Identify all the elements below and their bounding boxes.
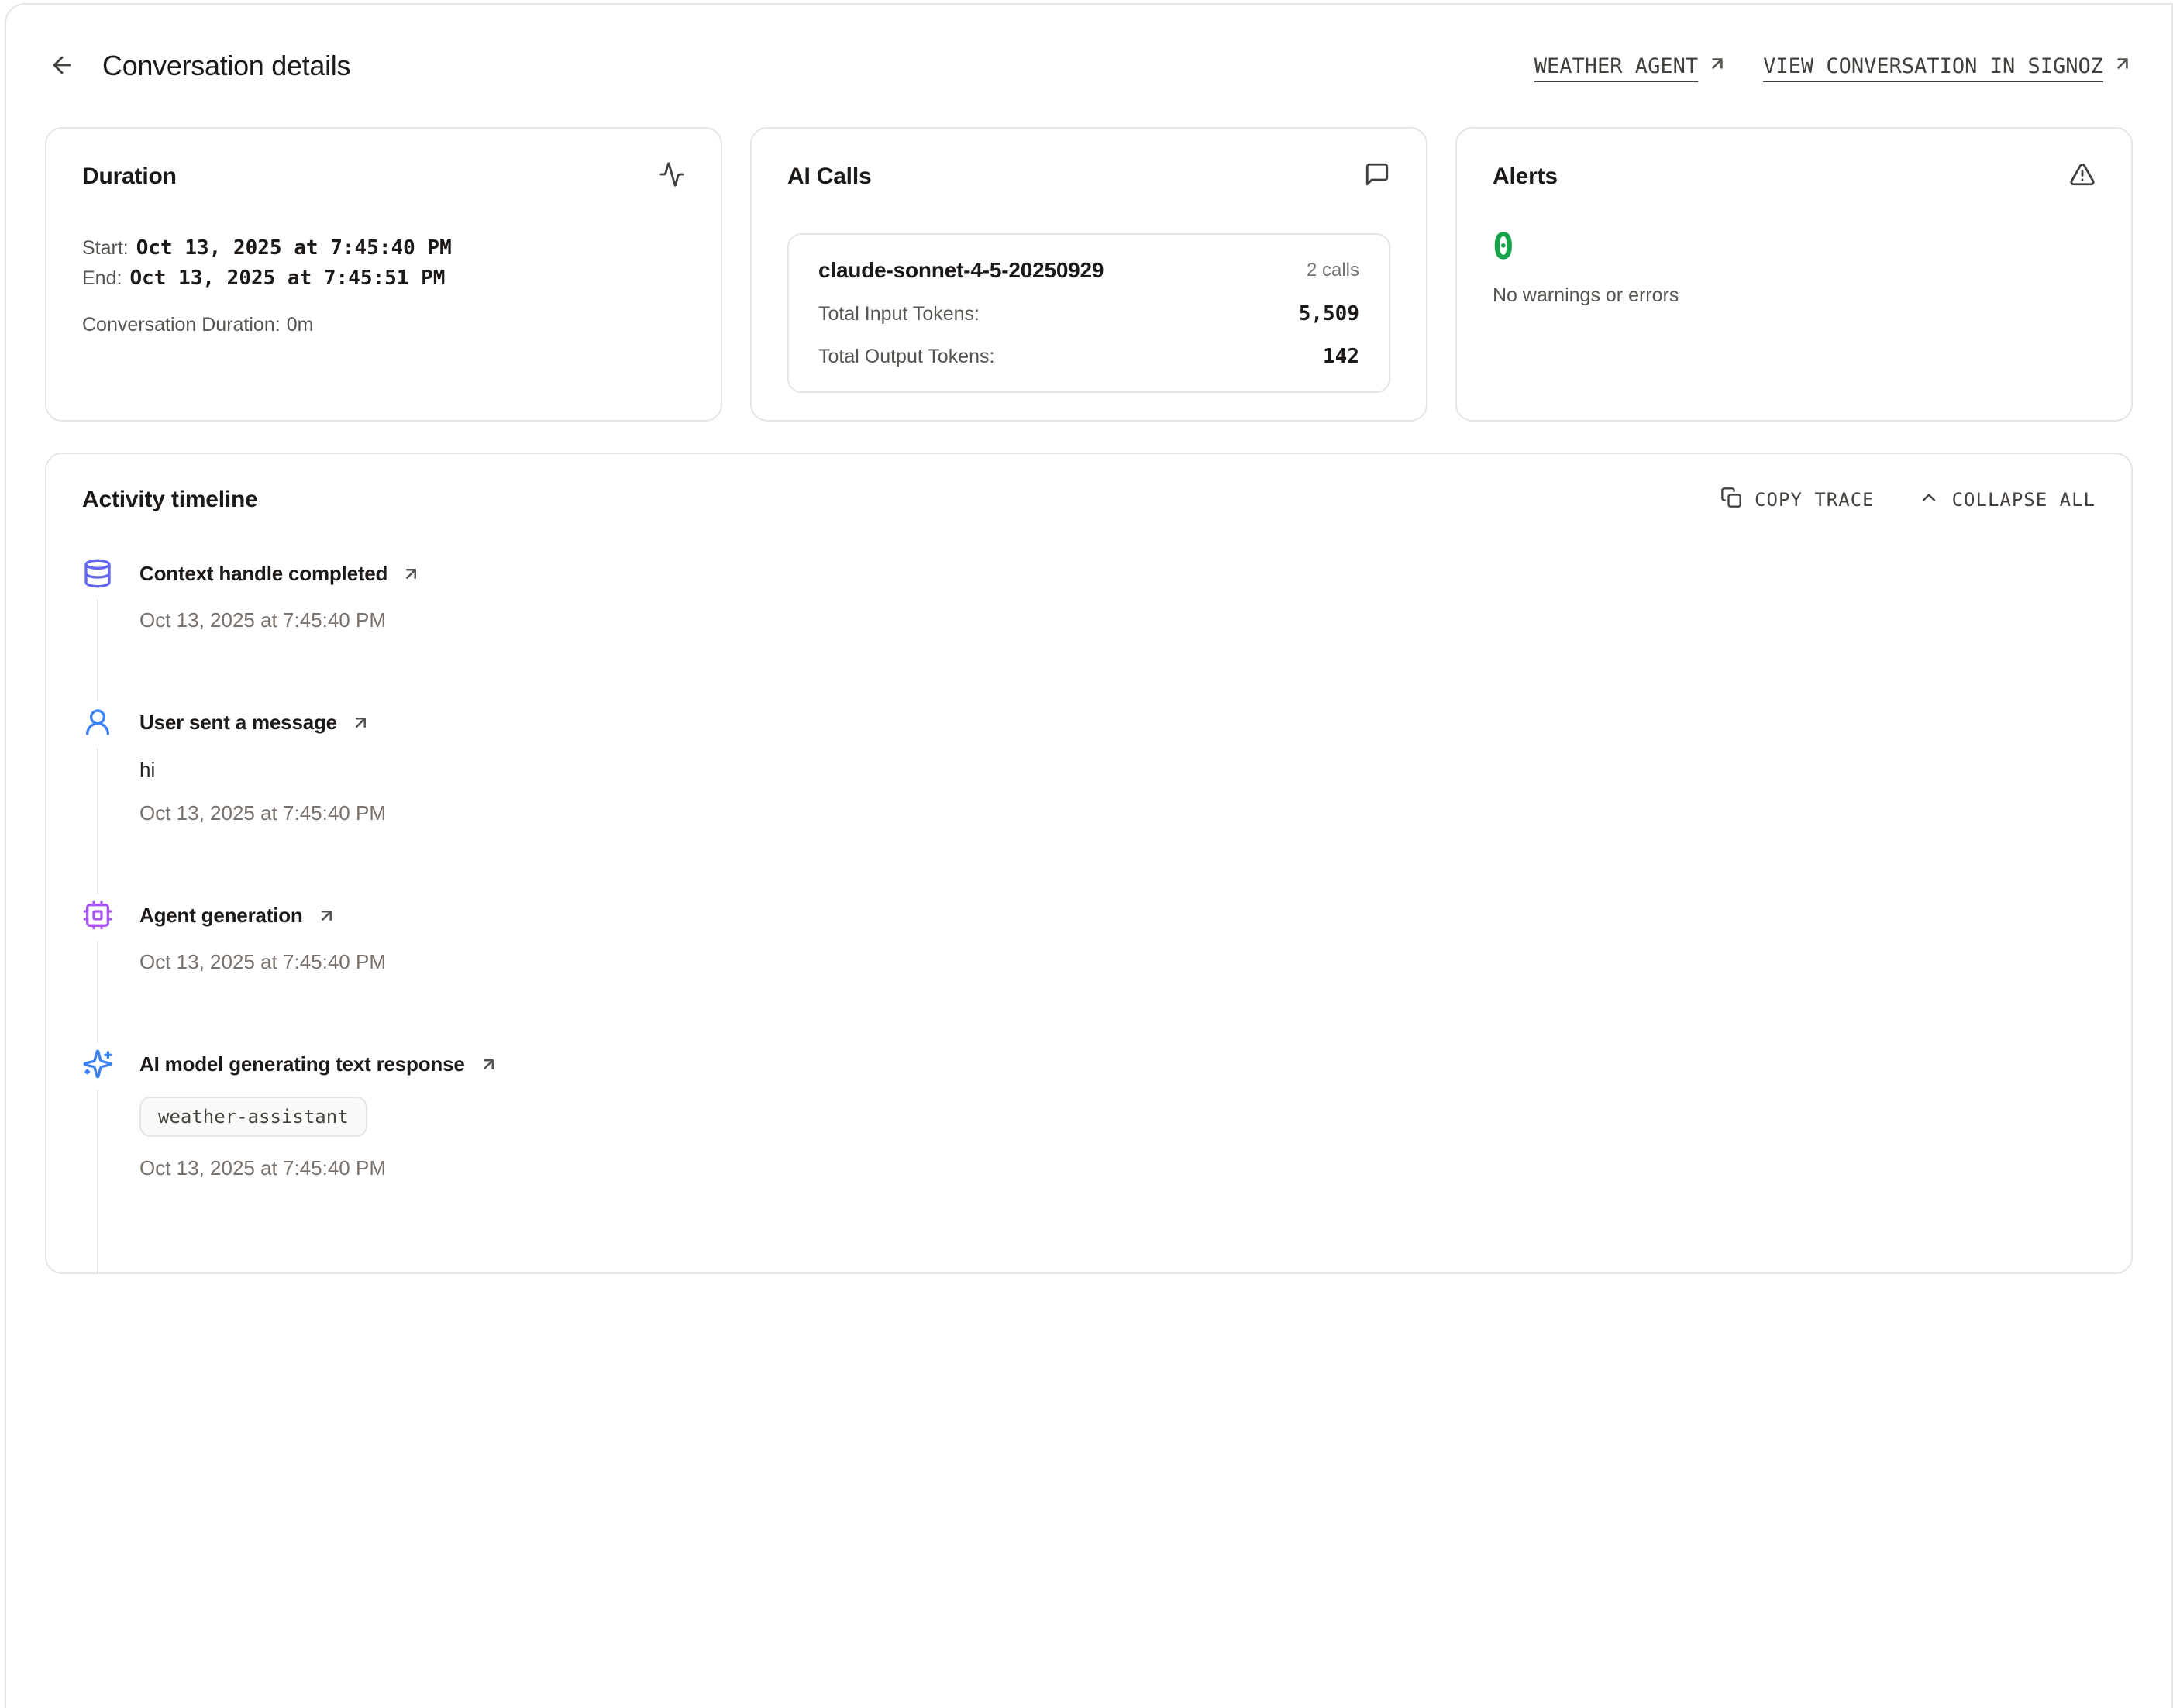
ai-calls-card-title: AI Calls (787, 164, 871, 190)
input-tokens-row: Total Input Tokens: 5,509 (818, 302, 1359, 325)
conversation-duration-label: Conversation Duration: (82, 314, 281, 336)
timeline-entry: User sent a message hi Oct 13, 2025 at 7… (82, 707, 2096, 900)
output-tokens-row: Total Output Tokens: 142 (818, 345, 1359, 368)
timeline-entry-timestamp: Oct 13, 2025 at 7:45:40 PM (139, 801, 2096, 825)
weather-agent-link[interactable]: WEATHER AGENT (1534, 53, 1727, 79)
database-icon (82, 558, 113, 589)
external-link-icon (351, 713, 370, 732)
input-tokens-label: Total Input Tokens: (818, 303, 980, 325)
sparkles-icon (82, 1049, 113, 1080)
ai-calls-card: AI Calls claude-sonnet-4-5-20250929 2 ca… (750, 127, 1427, 422)
activity-timeline-card: Activity timeline COPY TRACE COLLAPSE AL… (45, 453, 2133, 1274)
back-button[interactable] (45, 49, 79, 83)
view-conversation-signoz-link[interactable]: VIEW CONVERSATION IN SIGNOZ (1763, 53, 2133, 79)
duration-start-row: Start: Oct 13, 2025 at 7:45:40 PM (82, 233, 685, 263)
duration-card: Duration Start: Oct 13, 2025 at 7:45:40 P… (45, 127, 722, 422)
duration-end-row: End: Oct 13, 2025 at 7:45:51 PM (82, 263, 685, 294)
header-links: WEATHER AGENT VIEW CONVERSATION IN SIGNO… (1534, 53, 2133, 79)
external-link-icon (401, 564, 421, 584)
alerts-card-title: Alerts (1493, 164, 1558, 190)
output-tokens-value: 142 (1323, 345, 1359, 368)
agent-badge-row: weather-assistant (139, 1097, 2096, 1137)
output-tokens-label: Total Output Tokens: (818, 346, 994, 368)
main-panel: Conversation details WEATHER AGENT VIEW … (5, 3, 2173, 1708)
timeline-entry: AI model generating text response weathe… (82, 1049, 2096, 1274)
page-title: Conversation details (102, 50, 350, 82)
end-value: Oct 13, 2025 at 7:45:51 PM (129, 267, 445, 290)
collapse-all-button[interactable]: COLLAPSE ALL (1918, 487, 2096, 513)
activity-icon (659, 161, 685, 191)
timeline-connector (97, 942, 98, 1042)
duration-card-title: Duration (82, 164, 177, 190)
external-link-icon (479, 1055, 498, 1074)
timeline-entry-timestamp: Oct 13, 2025 at 7:45:40 PM (139, 950, 2096, 974)
page-header: Conversation details WEATHER AGENT VIEW … (45, 5, 2133, 127)
external-link-icon (317, 906, 336, 925)
summary-cards: Duration Start: Oct 13, 2025 at 7:45:40 P… (45, 127, 2133, 422)
copy-trace-button[interactable]: COPY TRACE (1720, 487, 1875, 513)
user-icon (82, 707, 113, 738)
conversation-duration-row: Conversation Duration: 0m (82, 314, 685, 336)
alert-triangle-icon (2069, 161, 2096, 191)
copy-icon (1720, 487, 1742, 513)
start-label: Start: (82, 237, 129, 259)
alert-count: 0 (1493, 226, 2096, 267)
timeline-entry: Agent generation Oct 13, 2025 at 7:45:40… (82, 900, 2096, 1049)
input-tokens-value: 5,509 (1299, 302, 1359, 325)
agent-name-badge: weather-assistant (139, 1097, 367, 1137)
end-label: End: (82, 267, 122, 289)
cpu-icon (82, 900, 113, 931)
timeline-list: Context handle completed Oct 13, 2025 at… (82, 558, 2096, 1274)
timeline-entry: Context handle completed Oct 13, 2025 at… (82, 558, 2096, 707)
timeline-entry-timestamp: Oct 13, 2025 at 7:45:40 PM (139, 1156, 2096, 1180)
model-usage-box: claude-sonnet-4-5-20250929 2 calls Total… (787, 233, 1390, 393)
model-call-count: 2 calls (1307, 260, 1359, 281)
timeline-connector (97, 749, 98, 894)
arrow-left-icon (49, 52, 75, 81)
message-square-icon (1364, 161, 1390, 191)
external-link-icon (1707, 53, 1727, 79)
model-name: claude-sonnet-4-5-20250929 (818, 258, 1104, 283)
timeline-connector (97, 1090, 98, 1274)
start-value: Oct 13, 2025 at 7:45:40 PM (136, 236, 452, 260)
timeline-entry-link[interactable]: AI model generating text response (139, 1049, 2096, 1080)
timeline-entry-timestamp: Oct 13, 2025 at 7:45:40 PM (139, 608, 2096, 632)
timeline-entry-link[interactable]: Agent generation (139, 900, 2096, 931)
timeline-entry-link[interactable]: Context handle completed (139, 558, 2096, 589)
chevron-up-icon (1918, 487, 1940, 513)
alerts-card: Alerts 0 No warnings or errors (1455, 127, 2133, 422)
external-link-icon (2113, 53, 2133, 79)
user-message-text: hi (139, 758, 2096, 782)
timeline-entry-link[interactable]: User sent a message (139, 707, 2096, 738)
timeline-connector (97, 600, 98, 701)
alert-message: No warnings or errors (1493, 284, 2096, 307)
timeline-title: Activity timeline (82, 487, 258, 513)
conversation-duration-value: 0m (287, 314, 314, 336)
